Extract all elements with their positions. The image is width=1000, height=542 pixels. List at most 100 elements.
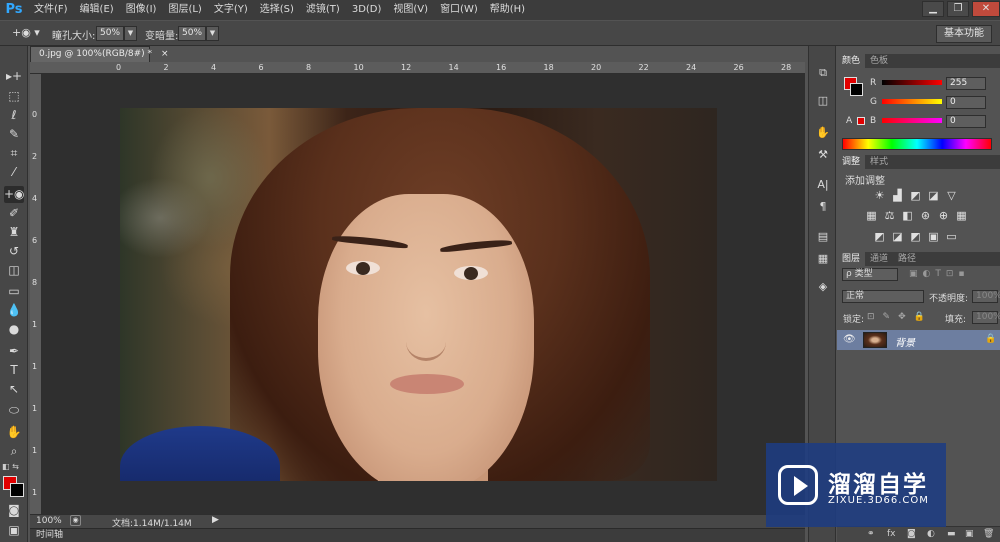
folder-icon[interactable]: ▬: [947, 529, 956, 539]
status-arrow-icon[interactable]: ▶: [212, 515, 219, 525]
crop-tool-icon[interactable]: ⌗: [4, 145, 24, 162]
quick-mask-icon[interactable]: ◙: [4, 502, 24, 519]
notes-panel-icon[interactable]: ▦: [815, 252, 831, 266]
timeline-tab[interactable]: 时间轴: [30, 528, 805, 542]
layer-comps-icon[interactable]: ▤: [815, 230, 831, 244]
brightness-icon[interactable]: ☀: [873, 190, 886, 201]
vibrance-icon[interactable]: ▽: [945, 190, 958, 201]
menu-window[interactable]: 窗口(W): [434, 0, 484, 20]
menu-help[interactable]: 帮助(H): [484, 0, 531, 20]
g-value[interactable]: 0: [946, 96, 986, 109]
red-eye-tool-icon[interactable]: +◉ ▾: [12, 26, 42, 41]
pupil-size-input[interactable]: 50%: [96, 26, 124, 41]
b-slider[interactable]: [882, 118, 942, 123]
close-button[interactable]: ✕: [972, 1, 1000, 17]
adjustment-icon[interactable]: ◐: [927, 529, 935, 539]
move-tool-icon[interactable]: ▸+: [4, 68, 24, 85]
curves-icon[interactable]: ◩: [909, 190, 922, 201]
properties-panel-icon[interactable]: ◫: [815, 94, 831, 108]
channel-mixer-icon[interactable]: ⊕: [937, 210, 950, 221]
trash-icon[interactable]: 🗑: [983, 529, 994, 539]
pupil-size-dropdown[interactable]: ▼: [124, 26, 137, 41]
type-tool-icon[interactable]: T: [4, 362, 24, 379]
b-value[interactable]: 0: [946, 115, 986, 128]
tab-color[interactable]: 颜色: [837, 54, 866, 68]
menu-file[interactable]: 文件(F): [28, 0, 74, 20]
color-balance-icon[interactable]: ⚖: [883, 210, 896, 221]
black-white-icon[interactable]: ◧: [901, 210, 914, 221]
r-slider[interactable]: [882, 80, 942, 85]
r-value[interactable]: 255: [946, 77, 986, 90]
layer-filter-icons[interactable]: ▣◐T⊡▪: [909, 269, 970, 279]
tab-paths[interactable]: 路径: [893, 252, 921, 266]
gamut-warning-icon[interactable]: A: [846, 116, 852, 126]
status-menu-icon[interactable]: ◉: [70, 515, 81, 526]
path-select-tool-icon[interactable]: ↖: [4, 381, 24, 398]
gradient-tool-icon[interactable]: ▭: [4, 283, 24, 300]
lock-icons[interactable]: ⊡✎✥🔒: [867, 312, 933, 322]
opacity-input[interactable]: 100%: [972, 290, 1000, 303]
selective-color-icon[interactable]: ▣: [927, 231, 940, 242]
zoom-tool-icon[interactable]: ⌕: [4, 443, 24, 460]
eraser-tool-icon[interactable]: ◫: [4, 262, 24, 279]
menu-edit[interactable]: 编辑(E): [74, 0, 120, 20]
history-brush-tool-icon[interactable]: ↺: [4, 243, 24, 260]
gradient-map-icon[interactable]: ▭: [945, 231, 958, 242]
color-lookup-icon[interactable]: ▦: [955, 210, 968, 221]
invert-icon[interactable]: ◩: [873, 231, 886, 242]
fill-input[interactable]: 100%: [972, 311, 1000, 324]
darken-amount-dropdown[interactable]: ▼: [206, 26, 219, 41]
exposure-icon[interactable]: ◪: [927, 190, 940, 201]
dodge-tool-icon[interactable]: ●: [4, 321, 24, 338]
tool-presets-icon[interactable]: ⚒: [815, 148, 831, 162]
new-layer-icon[interactable]: ▣: [965, 529, 974, 539]
layer-row-background[interactable]: 👁 背景 🔒: [837, 330, 1000, 350]
tab-adjustments[interactable]: 调整: [837, 155, 866, 169]
maximize-button[interactable]: ❐: [947, 1, 969, 17]
eyedropper-tool-icon[interactable]: ⁄: [4, 164, 24, 181]
photo-filter-icon[interactable]: ⊛: [919, 210, 932, 221]
threshold-icon[interactable]: ◩: [909, 231, 922, 242]
background-color-swatch[interactable]: [10, 483, 24, 497]
link-icon[interactable]: ⚭: [867, 529, 875, 539]
menu-image[interactable]: 图像(I): [120, 0, 163, 20]
document-tab[interactable]: 0.jpg @ 100%(RGB/8#) * ×: [30, 46, 168, 62]
blend-mode-select[interactable]: 正常: [842, 290, 924, 303]
minimize-button[interactable]: ▁: [922, 1, 944, 17]
history-panel-icon[interactable]: ⧉: [815, 66, 831, 80]
3d-panel-icon[interactable]: ◈: [815, 280, 831, 294]
close-tab-icon[interactable]: ×: [161, 49, 169, 59]
paragraph-panel-icon[interactable]: ¶: [815, 200, 831, 214]
menu-view[interactable]: 视图(V): [387, 0, 434, 20]
darken-amount-input[interactable]: 50%: [178, 26, 206, 41]
red-eye-tool-icon[interactable]: +◉: [4, 186, 25, 203]
brush-tool-icon[interactable]: ✐: [4, 205, 24, 222]
tab-styles[interactable]: 样式: [865, 155, 893, 169]
tab-swatches[interactable]: 色板: [865, 54, 893, 68]
levels-icon[interactable]: ▟: [891, 190, 904, 201]
menu-filter[interactable]: 滤镜(T): [300, 0, 346, 20]
portrait-photo[interactable]: [120, 108, 717, 481]
layer-name[interactable]: 背景: [895, 334, 915, 349]
menu-layer[interactable]: 图层(L): [162, 0, 207, 20]
lasso-tool-icon[interactable]: ℓ: [4, 107, 24, 124]
default-colors-icon[interactable]: ◧ ⇆: [2, 462, 19, 471]
pen-tool-icon[interactable]: ✒: [4, 343, 24, 360]
color-spectrum-bar[interactable]: [842, 138, 992, 150]
gamut-swatch[interactable]: [857, 117, 865, 125]
quick-select-tool-icon[interactable]: ✎: [4, 126, 24, 143]
marquee-tool-icon[interactable]: ⬚: [4, 88, 24, 105]
color-bg-swatch[interactable]: [850, 83, 863, 96]
menu-3d[interactable]: 3D(D): [346, 0, 388, 20]
hand-tool-icon[interactable]: ✋: [4, 424, 24, 441]
zoom-level[interactable]: 100%: [36, 516, 62, 526]
mask-icon[interactable]: ◙: [907, 529, 916, 539]
visibility-eye-icon[interactable]: 👁: [843, 334, 856, 345]
clone-stamp-tool-icon[interactable]: ♜: [4, 224, 24, 241]
character-panel-icon[interactable]: A|: [815, 178, 831, 192]
blur-tool-icon[interactable]: 💧: [4, 302, 24, 319]
hue-saturation-icon[interactable]: ▦: [865, 210, 878, 221]
brush-presets-icon[interactable]: ✋: [815, 126, 831, 140]
tab-layers[interactable]: 图层: [837, 252, 866, 266]
posterize-icon[interactable]: ◪: [891, 231, 904, 242]
